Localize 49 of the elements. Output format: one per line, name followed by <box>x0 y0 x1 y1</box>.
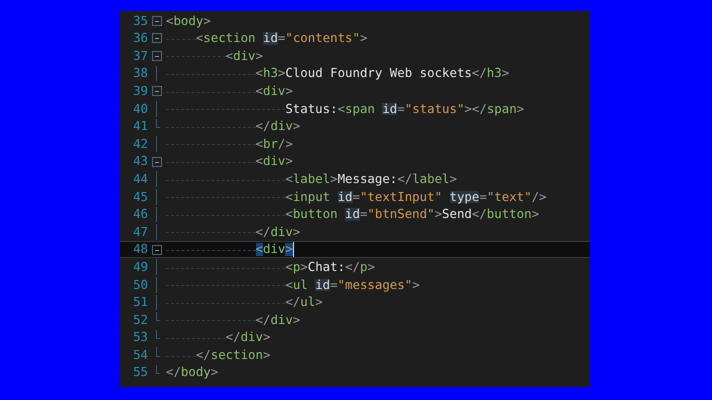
line-number: 47 <box>132 226 148 238</box>
code-line: <div> <box>165 84 293 98</box>
code-line: </div> <box>165 331 270 344</box>
code-line: </body> <box>165 366 218 379</box>
fold-toggle-icon[interactable] <box>152 50 162 61</box>
code-line: <section id="contents"> <box>165 32 368 45</box>
code-line: </section> <box>165 348 270 362</box>
code-line: <body> <box>165 14 211 27</box>
line-number: 51 <box>132 296 148 308</box>
line-number: 44 <box>132 172 148 186</box>
code-line: <input id="textInput" type="text"/> <box>165 190 546 203</box>
code-line: <button id="btnSend">Send</button> <box>165 208 540 221</box>
code-line: <div> <box>165 242 294 258</box>
code-line: <div> <box>165 50 263 62</box>
line-number: 41 <box>132 120 148 133</box>
line-number: 46 <box>132 208 148 221</box>
line-number: 39 <box>132 84 148 98</box>
code-line: <label>Message:</label> <box>165 172 457 186</box>
line-number: 54 <box>132 348 148 362</box>
line-number: 49 <box>132 260 148 274</box>
line-number: 42 <box>132 138 148 150</box>
code-line: <p>Chat:</p> <box>165 260 375 274</box>
code-line: </div> <box>165 120 300 133</box>
code-line: </div> <box>165 314 300 326</box>
text-cursor <box>292 242 294 258</box>
line-number: 48 <box>132 243 148 256</box>
line-number: 45 <box>132 190 148 203</box>
fold-toggle-icon[interactable] <box>152 33 162 44</box>
line-number: 55 <box>132 366 148 379</box>
line-number: 36 <box>132 32 148 45</box>
fold-toggle-icon[interactable] <box>152 156 162 167</box>
line-number: 38 <box>132 67 148 80</box>
code-line: <br/> <box>165 138 293 150</box>
line-number: 43 <box>132 155 148 168</box>
code-line: <ul id="messages"> <box>165 278 420 291</box>
fold-toggle-icon[interactable] <box>152 16 162 26</box>
line-number: 40 <box>132 102 148 115</box>
line-number: 50 <box>132 278 148 291</box>
code-line: </div> <box>165 226 300 238</box>
line-number: 35 <box>132 14 148 27</box>
fold-toggle-icon[interactable] <box>152 244 162 255</box>
code-line: </ul> <box>165 296 323 308</box>
line-number: 52 <box>132 314 148 326</box>
line-number: 53 <box>132 331 148 344</box>
code-line: <div> <box>165 155 293 168</box>
fold-toggle-icon[interactable] <box>152 86 162 96</box>
code-line: Status:<span id="status"></span> <box>165 102 524 115</box>
code-line: <h3>Cloud Foundry Web sockets</h3> <box>165 67 510 80</box>
line-number: 37 <box>132 50 148 62</box>
